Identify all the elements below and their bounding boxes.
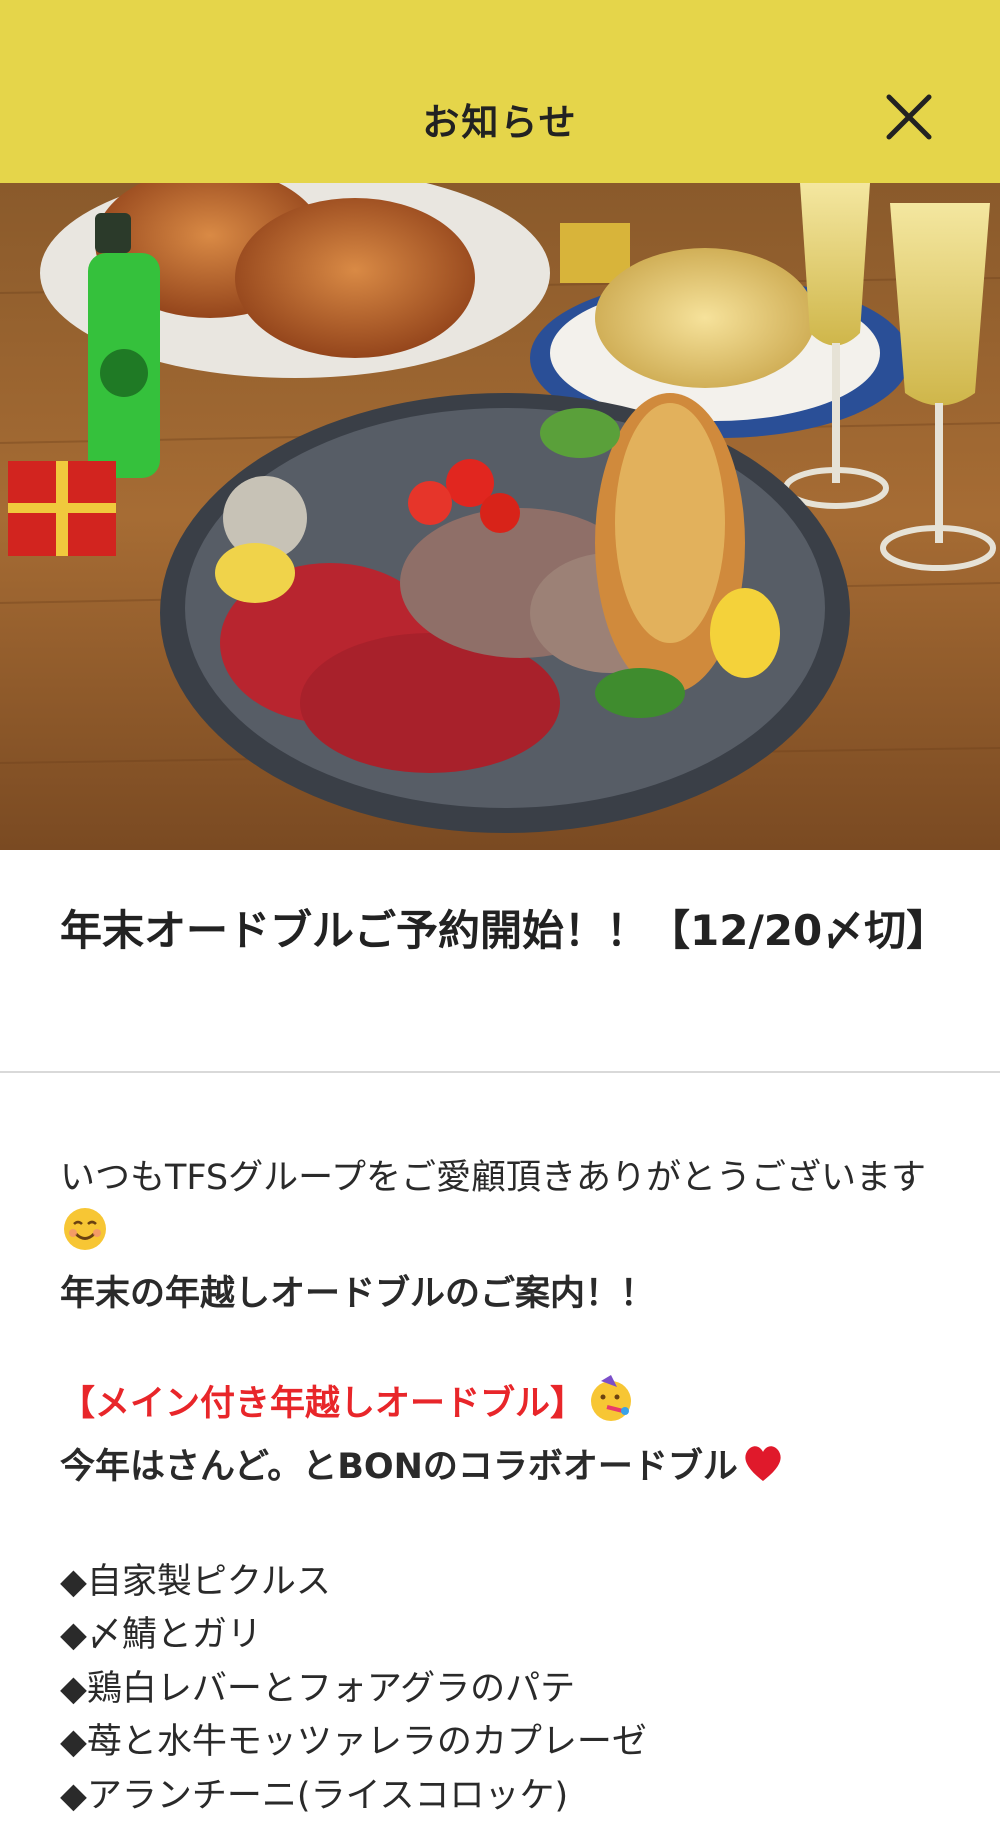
blank-line	[60, 1322, 940, 1376]
menu-item: ◆鶏白レバーとフォアグラのパテ	[60, 1663, 940, 1717]
body-line-greeting: いつもTFSグループをご愛顧頂きありがとうございます	[60, 1152, 940, 1268]
body-line-heading: 【メイン付き年越しオードブル】	[60, 1375, 940, 1440]
hero-image	[0, 183, 1000, 850]
body-line-collab: 今年はさんど。とBONのコラボオードブル	[60, 1440, 940, 1503]
body-line-intro: 年末の年越しオードブルのご案内！！	[60, 1268, 940, 1322]
collab-text: 今年はさんど。とBONのコラボオードブル	[60, 1447, 738, 1487]
close-icon	[884, 92, 934, 142]
food-photo	[0, 183, 1000, 850]
article-title: 年末オードブルご予約開始！！【12/20〆切】	[60, 905, 940, 957]
menu-item: ◆自家製ピクルス	[60, 1556, 940, 1610]
party-face-icon	[587, 1375, 635, 1440]
close-button[interactable]	[884, 92, 934, 142]
divider	[0, 1071, 1000, 1073]
menu-item: ◆苺と水牛モッツァレラのカプレーゼ	[60, 1716, 940, 1770]
smiling-face-icon	[62, 1206, 108, 1269]
header-title: お知らせ	[0, 92, 1000, 146]
header-bar: お知らせ	[0, 0, 1000, 183]
menu-item: ◆〆鯖とガリ	[60, 1609, 940, 1663]
blank-line-2	[60, 1502, 940, 1556]
red-heart-icon	[740, 1440, 786, 1503]
menu-heading: 【メイン付き年越しオードブル】	[60, 1384, 585, 1424]
greeting-text: いつもTFSグループをご愛顧頂きありがとうございます	[60, 1158, 926, 1198]
article-body: いつもTFSグループをご愛顧頂きありがとうございます 年末の年越しオードブルのご…	[60, 1152, 940, 1823]
